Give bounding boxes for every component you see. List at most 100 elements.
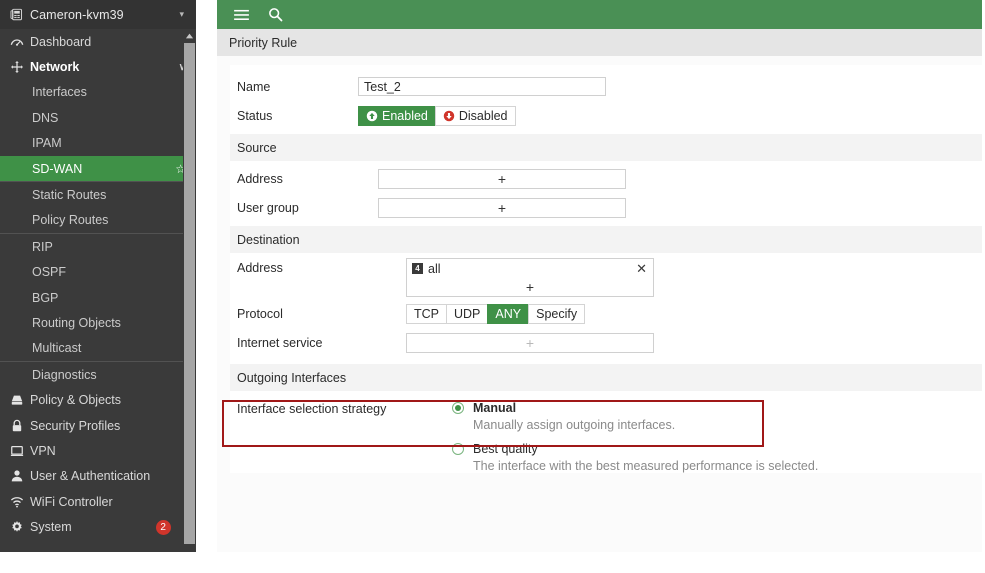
strategy-option-best-quality[interactable]: Best quality The interface with the best…: [230, 441, 982, 473]
protocol-specify-button[interactable]: Specify: [528, 303, 586, 324]
address-token[interactable]: 4 all ✕: [407, 259, 653, 278]
sidebar-item-policy-routes[interactable]: Policy Routes: [0, 208, 196, 233]
sidebar-item-label: WiFi Controller: [30, 494, 113, 509]
source-address-add-button[interactable]: +: [378, 168, 626, 189]
strategy-best-quality-description: The interface with the best measured per…: [473, 459, 819, 473]
destination-address-row: Address 4 all ✕ +: [230, 256, 982, 299]
device-icon: [10, 8, 23, 21]
sidebar-item-dns[interactable]: DNS: [0, 105, 196, 130]
radio-manual-icon[interactable]: [452, 402, 464, 414]
sidebar-item-label: Dashboard: [30, 34, 92, 49]
sidebar-item-ospf[interactable]: OSPF: [0, 260, 196, 285]
status-badge: 2: [155, 519, 171, 535]
priority-rule-form: Name Test_2 Status Enabled Disabled Sour…: [222, 65, 982, 473]
sidebar-item-label: DNS: [32, 110, 59, 125]
sidebar-item-label: Interfaces: [32, 85, 87, 100]
sidebar-item-dashboard[interactable]: Dashboard ›: [0, 29, 196, 54]
status-disabled-label: Disabled: [458, 108, 508, 123]
status-disabled-button[interactable]: Disabled: [434, 105, 516, 126]
remove-token-icon[interactable]: ✕: [636, 262, 647, 275]
address-token-name: all: [428, 261, 441, 276]
strategy-best-quality-title: Best quality: [473, 442, 538, 456]
source-address-label: Address: [237, 171, 283, 186]
section-header-outgoing-interfaces: Outgoing Interfaces: [230, 364, 982, 391]
strategy-manual-description: Manually assign outgoing interfaces.: [473, 418, 676, 432]
sidebar-item-ipam[interactable]: IPAM: [0, 131, 196, 156]
lock-icon: [10, 419, 30, 433]
protocol-tcp-button[interactable]: TCP: [406, 303, 447, 324]
internet-service-label: Internet service: [237, 335, 323, 350]
radio-best-quality-icon[interactable]: [452, 443, 464, 455]
network-icon: [10, 60, 30, 74]
source-usergroup-row: User group +: [230, 193, 982, 222]
strategy-manual-title-row[interactable]: Manual: [452, 401, 675, 415]
policy-icon: [10, 393, 30, 407]
name-row: Name Test_2: [230, 72, 982, 101]
sidebar-item-label: System: [30, 520, 72, 535]
sidebar-item-label: OSPF: [32, 265, 67, 280]
status-enabled-label: Enabled: [382, 108, 428, 123]
name-label: Name: [237, 79, 271, 94]
sidebar-item-static-routes[interactable]: Static Routes: [0, 182, 196, 207]
sidebar-item-label: Diagnostics: [32, 367, 97, 382]
source-usergroup-add-button[interactable]: +: [378, 197, 626, 218]
section-header-destination: Destination: [230, 226, 982, 253]
top-toolbar: [217, 0, 982, 29]
sidebar-item-diagnostics[interactable]: Diagnostics: [0, 362, 196, 387]
sidebar-item-bgp[interactable]: BGP: [0, 285, 196, 310]
main-content: Priority Rule Name Test_2 Status Enabled…: [196, 0, 985, 573]
scrollbar-thumb[interactable]: [184, 43, 195, 544]
protocol-button-group: TCP UDP ANY Specify: [406, 303, 586, 324]
strategy-best-quality-title-row[interactable]: Best quality: [452, 442, 818, 456]
status-label: Status: [237, 108, 273, 123]
ipv4-address-icon: 4: [412, 263, 423, 274]
sidebar-item-label: Multicast: [32, 341, 82, 356]
sidebar-item-system[interactable]: System 2 ›: [0, 514, 196, 539]
bottom-strip: [217, 552, 982, 573]
name-input[interactable]: Test_2: [358, 77, 606, 96]
sidebar-item-routing-objects[interactable]: Routing Objects: [0, 310, 196, 335]
sidebar-item-policy-objects[interactable]: Policy & Objects ›: [0, 387, 196, 412]
hamburger-icon[interactable]: [224, 9, 258, 21]
internet-service-add-button[interactable]: +: [406, 332, 654, 353]
device-selector[interactable]: Cameron-kvm39 ▾: [0, 0, 196, 29]
device-name: Cameron-kvm39: [30, 7, 124, 22]
monitor-icon: [10, 444, 30, 458]
destination-protocol-row: Protocol TCP UDP ANY Specify: [230, 299, 982, 328]
sidebar-item-user-authentication[interactable]: User & Authentication ›: [0, 464, 196, 489]
sidebar-item-network[interactable]: Network ∨: [0, 54, 196, 79]
section-header-source: Source: [230, 134, 982, 161]
sidebar-item-wifi-controller[interactable]: WiFi Controller ›: [0, 489, 196, 514]
source-usergroup-label: User group: [237, 200, 299, 215]
dashboard-icon: [10, 35, 30, 49]
sidebar-item-multicast[interactable]: Multicast: [0, 336, 196, 361]
sidebar-item-sd-wan[interactable]: SD-WAN ☆: [0, 155, 196, 182]
sidebar-item-label: Policy & Objects: [30, 393, 122, 408]
form-area: Name Test_2 Status Enabled Disabled Sour…: [217, 56, 982, 552]
source-address-row: Address +: [230, 164, 982, 193]
sidebar-item-vpn[interactable]: VPN ›: [0, 438, 196, 463]
interface-selection-strategy-group: Interface selection strategy Manual Manu…: [222, 400, 982, 473]
arrow-down-circle-icon: [443, 110, 455, 122]
destination-address-add-button[interactable]: +: [407, 278, 653, 296]
sidebar-item-rip[interactable]: RIP: [0, 234, 196, 259]
sidebar-item-label: SD-WAN: [32, 161, 83, 176]
sidebar-item-label: Policy Routes: [32, 213, 109, 228]
sidebar-item-label: User & Authentication: [30, 469, 151, 484]
sidebar-item-label: Routing Objects: [32, 315, 121, 330]
scroll-up-arrow-icon[interactable]: [183, 29, 196, 43]
search-icon[interactable]: [258, 7, 292, 22]
protocol-any-button[interactable]: ANY: [487, 303, 530, 324]
protocol-udp-button[interactable]: UDP: [446, 303, 489, 324]
destination-address-field[interactable]: 4 all ✕ +: [406, 258, 654, 297]
sidebar-item-security-profiles[interactable]: Security Profiles ›: [0, 413, 196, 438]
chevron-down-icon[interactable]: ▾: [179, 9, 184, 20]
fortigate-window: Cameron-kvm39 ▾ Dashboard ›: [0, 0, 985, 573]
strategy-option-manual[interactable]: Interface selection strategy Manual Manu…: [230, 400, 982, 432]
sidebar-scrollbar[interactable]: [183, 29, 196, 552]
sidebar-item-interfaces[interactable]: Interfaces: [0, 80, 196, 105]
sidebar-item-label: BGP: [32, 290, 59, 305]
wifi-icon: [10, 495, 30, 509]
sidebar-item-label: Static Routes: [32, 188, 107, 203]
status-enabled-button[interactable]: Enabled: [358, 105, 436, 126]
